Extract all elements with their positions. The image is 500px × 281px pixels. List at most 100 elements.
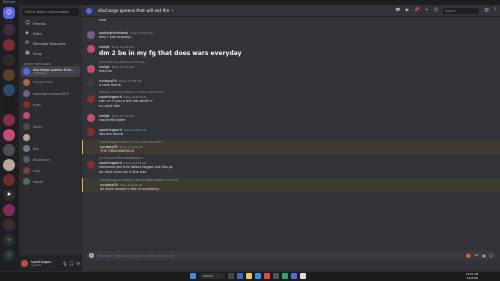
dm-item[interactable]: pixel bbox=[19, 99, 82, 110]
message-text: rosyairflorajeer bbox=[99, 118, 126, 122]
app-icon[interactable] bbox=[264, 273, 270, 279]
create-dm-icon[interactable]: + bbox=[76, 62, 78, 66]
message: smilgt Today at 8:06 AM rosyairflorajeer bbox=[82, 113, 500, 123]
app-icon[interactable] bbox=[255, 273, 261, 279]
dm-item[interactable]: ross bbox=[19, 165, 82, 176]
avatar[interactable] bbox=[87, 79, 95, 87]
app-icon[interactable] bbox=[228, 273, 234, 279]
dm-item[interactable]: edyde bbox=[19, 176, 82, 187]
avatar[interactable] bbox=[87, 161, 95, 169]
app-icon[interactable] bbox=[300, 273, 306, 279]
app-icon[interactable] bbox=[273, 273, 279, 279]
nav-label: Nitro bbox=[33, 31, 42, 36]
call-icon[interactable]: ☎ bbox=[395, 8, 401, 13]
avatar bbox=[23, 167, 30, 174]
dm-item[interactable]: dku bbox=[19, 143, 82, 154]
message: ruruboy09 Today at 8:06 AM THE GRAVIAWORL… bbox=[83, 144, 500, 154]
pin-icon[interactable]: 📌 bbox=[414, 8, 420, 13]
user-avatar[interactable] bbox=[21, 259, 28, 267]
dm-name: lookingforhisbest@r3 bbox=[33, 91, 70, 96]
dm-item[interactable]: discharge queens that... 5 Members bbox=[21, 66, 80, 77]
members-icon[interactable]: ☺ bbox=[434, 8, 439, 13]
server-icon[interactable] bbox=[3, 99, 15, 111]
emoji-icon[interactable]: ☺ bbox=[489, 253, 493, 258]
dm-name: ross bbox=[33, 168, 40, 173]
server-icon[interactable] bbox=[3, 159, 15, 171]
taskbar-apps: Search bbox=[190, 273, 306, 279]
settings-icon[interactable]: ⚙ bbox=[76, 261, 80, 266]
server-divider bbox=[6, 21, 13, 22]
home-button[interactable]: ☺ bbox=[3, 7, 15, 19]
attach-icon[interactable]: + bbox=[89, 253, 94, 258]
avatar[interactable] bbox=[87, 95, 95, 103]
app-icon[interactable] bbox=[291, 273, 297, 279]
add-member-icon[interactable]: + bbox=[425, 8, 429, 13]
server-icon[interactable] bbox=[3, 39, 15, 51]
timestamp: Today at 8:06 AM bbox=[118, 80, 142, 83]
taskbar-search[interactable]: Search bbox=[199, 273, 225, 279]
avatar bbox=[23, 156, 30, 163]
server-icon[interactable] bbox=[3, 129, 15, 141]
message: squirtingpurd Today at 8:06 AM someone ge… bbox=[82, 160, 500, 175]
nav-label: Shop bbox=[33, 51, 42, 56]
avatar[interactable] bbox=[87, 114, 95, 122]
gif-icon[interactable]: GIF bbox=[474, 253, 479, 258]
dm-name: pixel bbox=[33, 102, 42, 107]
avatar[interactable] bbox=[87, 65, 95, 73]
dm-item[interactable] bbox=[19, 132, 82, 143]
user-panel: squirtingpo... invisible 🎙 🎧 ⚙ bbox=[19, 255, 82, 271]
server-icon[interactable] bbox=[3, 204, 15, 216]
avatar bbox=[23, 68, 30, 75]
dm-item[interactable]: Bloodhum bbox=[19, 154, 82, 165]
server-icon[interactable] bbox=[3, 69, 15, 81]
add-server-icon[interactable]: + bbox=[3, 234, 15, 246]
message-text: THE GRAVIAWORLD bbox=[100, 149, 135, 153]
message-list: now lookingforhisbest Today at 8:06 AM wh… bbox=[82, 17, 500, 250]
dm-item[interactable]: lookingforhisbest@r3 bbox=[19, 88, 82, 99]
search-input[interactable]: Search bbox=[443, 7, 480, 14]
start-icon[interactable] bbox=[190, 273, 196, 279]
help-icon[interactable]: ? bbox=[494, 8, 496, 13]
friends-icon: ☺ bbox=[25, 20, 31, 26]
server-icon[interactable] bbox=[3, 24, 15, 36]
server-icon[interactable] bbox=[3, 114, 15, 126]
server-icon[interactable] bbox=[3, 144, 15, 156]
nav-shop[interactable]: ▣ Shop bbox=[19, 49, 82, 58]
headphones-icon[interactable]: 🎧 bbox=[69, 261, 74, 266]
nav-friends[interactable]: ☺ Friends bbox=[19, 19, 82, 28]
video-icon[interactable]: ▶ bbox=[406, 8, 409, 13]
app-icon[interactable] bbox=[246, 273, 252, 279]
taskbar-clock[interactable]: 12:01 AM 7/1/2025 bbox=[466, 273, 478, 280]
server-icon[interactable] bbox=[3, 84, 15, 96]
edit-icon[interactable]: ✎ bbox=[171, 9, 174, 13]
mention-highlight: @squirtingpurd someone get this fatass f… bbox=[82, 178, 500, 192]
avatar[interactable] bbox=[88, 145, 96, 153]
timestamp: Today at 8:06 AM bbox=[111, 66, 134, 69]
nav-message-requests[interactable]: ✉ Message Requests bbox=[19, 39, 82, 48]
server-icon[interactable]: ★ bbox=[3, 189, 15, 201]
mic-icon[interactable]: 🎙 bbox=[62, 261, 67, 266]
app-icon[interactable] bbox=[237, 273, 243, 279]
inbox-icon[interactable]: ▤ bbox=[484, 8, 488, 13]
server-icon[interactable] bbox=[3, 54, 15, 66]
find-conversation-input[interactable]: Find or start a conversation bbox=[22, 8, 79, 16]
app-icon[interactable] bbox=[282, 273, 288, 279]
dm-item[interactable] bbox=[19, 110, 82, 121]
dm-item[interactable]: Playing Fortnite bbox=[19, 77, 82, 88]
nav-nitro[interactable]: ◈ Nitro bbox=[19, 29, 82, 38]
server-icon[interactable] bbox=[3, 174, 15, 186]
discover-icon[interactable]: ◎ bbox=[3, 249, 15, 261]
avatar[interactable] bbox=[87, 45, 95, 53]
chat-header: discharge queens that will eat fire ✎ ☎ … bbox=[82, 5, 500, 17]
message: squirtingpurd Today at 8:06 AM You are du… bbox=[82, 127, 500, 137]
dm-item[interactable]: lbvhs bbox=[19, 121, 82, 132]
gift-icon[interactable]: 🎁 bbox=[466, 253, 471, 258]
message-composer[interactable]: + Message @discharge queens that will ea… bbox=[86, 251, 496, 260]
dm-name: edyde bbox=[33, 179, 44, 184]
avatar[interactable] bbox=[88, 183, 96, 191]
server-icon[interactable] bbox=[3, 219, 15, 231]
window-title: Discord bbox=[3, 0, 15, 4]
avatar[interactable] bbox=[87, 31, 95, 39]
avatar[interactable] bbox=[87, 128, 95, 136]
sticker-icon[interactable]: ▣ bbox=[482, 253, 486, 258]
